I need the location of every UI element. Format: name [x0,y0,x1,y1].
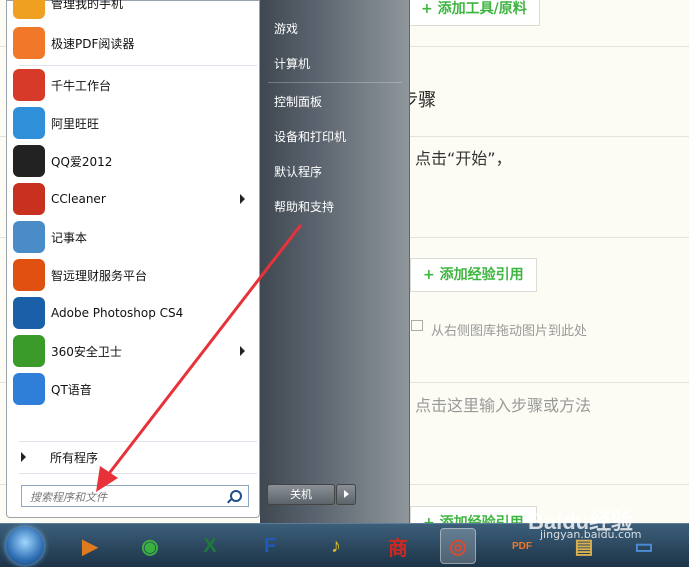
phone-manager-icon: ◉ [141,535,159,558]
add-citation-button[interactable]: + 添加经验引用 [410,258,537,292]
search-input[interactable] [22,486,232,508]
program-label: CCleaner [51,192,106,206]
program-item[interactable]: 极速PDF阅读器 [13,25,253,61]
program-item[interactable]: 记事本 [13,219,253,255]
program-label: 阿里旺旺 [51,116,100,131]
taskbar-shop-icon[interactable]: 商 [380,528,416,564]
divider [268,82,402,83]
start-menu-places-pane: 游戏 计算机 控制面板 设备和打印机 默认程序 帮助和支持 关机 [260,0,410,523]
menu-item-default-programs[interactable]: 默认程序 [274,163,322,180]
program-label: QQ爱2012 [51,154,113,169]
pdf-reader-icon: PDF [512,540,532,552]
program-label: QT语音 [51,382,92,397]
ccleaner-icon [13,183,45,215]
taskbar-excel-icon[interactable]: X [192,528,228,564]
image-drop-hint: 从右侧图库拖动图片到此处 [431,324,588,339]
taskbar-phone-manager-icon[interactable]: ◉ [132,528,168,564]
search-separator [19,473,257,474]
start-button[interactable] [6,527,44,565]
phone-manager-icon [13,0,45,19]
submenu-arrow-icon[interactable] [240,346,245,356]
photoshop-icon [13,297,45,329]
search-icon[interactable] [230,490,242,502]
baidu-watermark-url: jingyan.baidu.com [540,528,642,541]
program-item[interactable]: CCleaner [13,181,253,217]
expand-arrow-icon [21,452,26,462]
start-menu: 管理我的手机极速PDF阅读器 千牛工作台阿里旺旺 QQ爱2012 CCleaner 记事… [0,0,410,523]
program-item[interactable]: QQ爱2012 [13,143,253,179]
submenu-arrow-icon[interactable] [240,194,245,204]
program-label: 智远理财服务平台 [51,268,148,283]
all-programs-label: 所有程序 [50,450,99,465]
start-menu-programs-pane: 管理我的手机极速PDF阅读器 千牛工作台阿里旺旺 QQ爱2012 CCleaner 记事… [6,0,260,518]
program-label: Adobe Photoshop CS4 [51,306,184,320]
finance-icon [13,259,45,291]
shop-icon: 商 [388,537,408,560]
flashget-icon: F [263,534,277,557]
qt-voice-icon [13,373,45,405]
qianniu-icon [13,69,45,101]
program-item[interactable]: 阿里旺旺 [13,105,253,141]
qq-icon [13,145,45,177]
shutdown-options-button[interactable] [336,484,356,505]
step1-text[interactable]: 点击“开始”， [415,145,512,169]
program-label: 360安全卫士 [51,344,122,359]
all-programs-separator [19,441,257,442]
program-item[interactable]: 千牛工作台 [13,67,253,103]
pdf-reader-icon [13,27,45,59]
step-input-placeholder[interactable]: 点击这里输入步骤或方法 [415,392,591,416]
taskbar-qq-music-icon[interactable]: ♪ [318,528,354,564]
qq-music-icon: ♪ [331,534,341,557]
program-label: 千牛工作台 [51,78,112,93]
program-item[interactable]: Adobe Photoshop CS4 [13,295,253,331]
taskbar-media-player-icon[interactable]: ▶ [72,528,108,564]
menu-item-devices-printers[interactable]: 设备和打印机 [274,128,346,145]
shutdown-button[interactable]: 关机 [267,484,335,505]
excel-icon: X [203,534,217,557]
program-item[interactable]: 管理我的手机 [13,0,253,21]
media-player-icon: ▶ [82,535,98,558]
menu-item-computer[interactable]: 计算机 [274,55,310,72]
program-label: 记事本 [51,230,88,245]
image-icon [411,320,423,331]
aliwangwang-icon [13,107,45,139]
program-item[interactable]: 360安全卫士 [13,333,253,369]
chrome-icon: ◎ [449,535,467,558]
search-box[interactable] [21,485,249,508]
add-tool-button[interactable]: + 添加工具/原料 [408,0,540,26]
program-label: 极速PDF阅读器 [51,36,135,51]
program-item[interactable]: 智远理财服务平台 [13,257,253,293]
notepad-icon [13,221,45,253]
all-programs-button[interactable]: 所有程序 [21,447,257,467]
program-item[interactable]: QT语音 [13,371,253,407]
menu-item-control-panel[interactable]: 控制面板 [274,93,322,110]
taskbar-flashget-icon[interactable]: F [252,528,288,564]
program-label: 管理我的手机 [51,0,124,11]
menu-item-help-support[interactable]: 帮助和支持 [274,198,334,215]
menu-item-games[interactable]: 游戏 [274,20,298,37]
360-safe-icon [13,335,45,367]
pinned-separator [19,65,257,66]
taskbar-chrome-icon[interactable]: ◎ [440,528,476,564]
